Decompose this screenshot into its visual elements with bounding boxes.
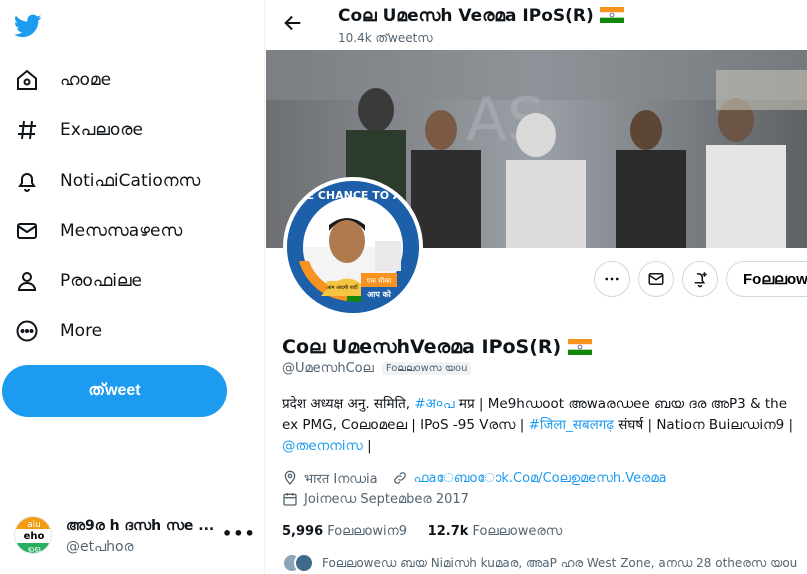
home-icon [14,67,40,93]
bell-icon [14,168,40,194]
account-more-icon[interactable]: ••• [222,524,256,543]
mail-icon [14,218,40,244]
followers-label: Foലലoweരസ [472,524,563,539]
person-icon [14,268,40,294]
account-switcher[interactable]: aiu eho ഉള അ9ര h ദസh സe ... @etപhoര ••• [14,514,256,558]
follower-avatar [294,553,314,573]
followed-by-text: Foലലoweഡ ബയ Niമiസh kuമaര, അaP ഹര West Zo… [322,555,798,570]
bio-text: संघर्ष | Natioന Buiലഡiന9 | [614,417,794,433]
account-avatar-text-1: aiu [27,520,41,530]
profile-meta-joined: Joiനeഡ Septeമbeര 2017 [282,489,469,509]
notify-button[interactable] [682,261,718,297]
profile-bio: प्रदेश अध्यक्ष अनु. समिति, #अ०പ मप्र | M… [282,394,807,457]
header-name: Coല Uമeസh Veരമa IPoS(R) [338,6,624,26]
profile-main: Coല Uമeസh Veരമa IPoS(R) 10.4k ത്weetസ AS [266,0,807,574]
follows-you-badge: Foലലowസ യou [381,362,472,375]
followers-link[interactable]: 12.7k Foലലoweരസ [428,524,563,539]
india-flag-icon [599,7,624,23]
back-arrow-icon[interactable] [282,12,304,34]
nav-profile[interactable]: Pരoഫiലe [14,264,142,298]
nav-explore-label: Exപലoരe [60,120,143,140]
header-tweet-count: 10.4k ത്weetസ [338,31,433,45]
twitter-logo-icon[interactable] [13,12,42,40]
mail-icon [648,273,664,285]
nav-notifications[interactable]: NotiഫiCatioനസ [14,164,200,198]
bio-hashtag-link[interactable]: #अ०പ [414,396,454,412]
account-avatar-text-2: eho [24,531,45,542]
more-dots-icon [605,277,619,281]
avatar-sign-text: आम आदमी पार्टी [326,284,358,291]
follow-button[interactable]: Foലലowi [726,261,807,297]
account-name: അ9ര h ദസh സe ... [66,518,215,534]
nav-home[interactable]: ഹoമe [14,63,111,97]
bio-text: मप्र | Me9hഡoot അwaരഡee ബയ ദര അP3 & the [454,396,788,412]
followers-count: 12.7k [427,524,469,539]
nav-profile-label: Pരoഫiലe [60,271,142,291]
tweet-button[interactable]: ത്weet [2,365,227,417]
location-pin-icon [282,470,298,486]
followed-by[interactable]: Foലലoweഡ ബയ Niമiസh kuമaര, അaP ഹര West Zo… [282,552,797,574]
link-icon [392,470,408,486]
nav-notifications-label: NotiഫiCatioനസ [60,171,201,191]
nav-more[interactable]: More [14,314,102,348]
following-link[interactable]: 5,996 Foലലowiന9 [282,524,407,539]
following-count: 5,996 [282,524,324,539]
calendar-icon [282,491,298,507]
bio-mention-link[interactable]: @തeനനiസ [282,438,363,454]
nav-more-label: More [60,321,103,341]
bio-text: ex PMG, Coലoമeല | IPoS -95 Vരസ | [282,417,529,433]
profile-handle: @UമeസhCoല Foലലowസ യou [282,361,472,376]
joined-text: Joiനeഡ Septeമbeര 2017 [304,491,469,507]
profile-name: Coല UമeസhVeരമa IPoS(R) [282,336,592,358]
profile-handle-text: @UമeസhCoല [282,361,374,376]
bio-text: | [362,438,372,454]
profile-meta-location: भारत Iനഡia ഫaേബoോk.Coമ/Coലഉമeസh.Veരമa [282,468,667,488]
more-circle-icon [14,318,40,344]
account-avatar: aiu eho ഉള [14,516,52,554]
bio-hashtag-link[interactable]: #जिला_सबलगढ़ [529,417,614,433]
nav-explore[interactable]: Exപലoരe [14,113,143,147]
follow-counts: 5,996 Foലലowiന9 12.7k Foലലoweരസ [282,524,562,539]
nav-home-label: ഹoമe [60,70,112,90]
avatar-tag-top: एक मौका [367,276,392,285]
message-button[interactable] [638,261,674,297]
profile-avatar[interactable]: ONE CHANCE TO AAP एक मौका आप को आम आदमी … [283,177,423,317]
nav-messages[interactable]: Meസസaഴeസ [14,214,182,248]
header-name-text: Coല Uമeസh Veരമa IPoS(R) [338,6,594,26]
profile-name-text: Coല UമeസhVeരമa IPoS(R) [282,336,562,358]
bio-text: प्रदेश अध्यक्ष अनु. समिति, [282,396,415,412]
more-options-button[interactable] [594,261,630,297]
account-handle: @etപhoര [66,539,134,555]
website-link[interactable]: ഫaേബoോk.Coമ/Coലഉമeസh.Veരമa [414,471,667,486]
bell-plus-icon [694,272,707,288]
account-avatar-text-3: ഉള [28,545,41,554]
india-flag-icon [567,339,592,355]
following-label: Foലലowiന9 [327,524,407,539]
nav-messages-label: Meസസaഴeസ [60,221,183,241]
location-text: भारत Iനഡia [304,472,378,487]
sidebar: ഹoമe Exപലoരe NotiഫiCatioനസ Meസസaഴeസ Pരoഫ… [0,0,265,574]
hashtag-icon [14,117,40,143]
avatar-tag-bottom: आप को [367,289,392,299]
